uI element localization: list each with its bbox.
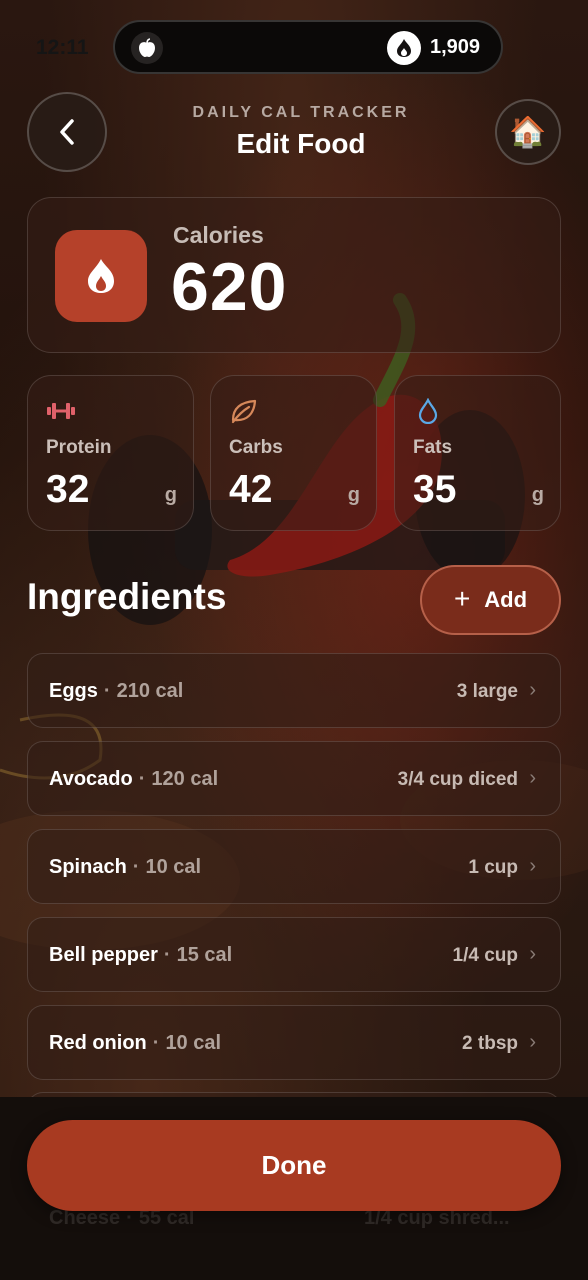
ingredient-calories: 15 cal bbox=[176, 944, 233, 966]
streak-count: 1,909 bbox=[430, 36, 481, 58]
chevron-right-icon: › bbox=[529, 767, 536, 789]
protein-card[interactable]: Protein 32 g bbox=[27, 375, 194, 531]
drop-icon bbox=[418, 398, 438, 424]
ingredient-quantity: 1/4 cup bbox=[452, 945, 518, 966]
ingredient-calories: 10 cal bbox=[165, 1032, 222, 1054]
ingredient-calories: 210 cal bbox=[116, 680, 184, 702]
status-time: 12:11 bbox=[36, 36, 89, 59]
ingredient-calories: 120 cal bbox=[151, 768, 219, 790]
flame-icon bbox=[55, 230, 147, 322]
back-button[interactable] bbox=[27, 92, 107, 172]
home-button[interactable]: 🏠 bbox=[495, 99, 561, 165]
ingredient-row[interactable]: Red onion · 10 cal 2 tbsp › bbox=[27, 1005, 561, 1080]
ingredient-calories: 10 cal bbox=[145, 856, 202, 878]
home-icon: 🏠 bbox=[509, 115, 547, 149]
fats-label: Fats bbox=[413, 437, 453, 458]
carbs-card[interactable]: Carbs 42 g bbox=[210, 375, 377, 531]
ingredient-quantity: 3 large bbox=[456, 681, 518, 702]
calories-value[interactable]: 620 bbox=[171, 248, 287, 326]
ingredient-row[interactable]: Avocado · 120 cal 3/4 cup diced › bbox=[27, 741, 561, 816]
ingredient-name: Bell pepper bbox=[49, 944, 158, 966]
ingredient-quantity: 1 cup bbox=[468, 857, 518, 878]
separator: · bbox=[152, 1032, 160, 1054]
ingredient-name: Spinach bbox=[49, 856, 127, 878]
plus-icon: + bbox=[453, 582, 471, 614]
protein-value[interactable]: 32 bbox=[46, 468, 89, 512]
chevron-right-icon: › bbox=[529, 1031, 536, 1053]
carbs-label: Carbs bbox=[229, 437, 283, 458]
ingredient-quantity: 3/4 cup diced bbox=[397, 769, 518, 790]
leaf-icon bbox=[231, 399, 257, 424]
add-ingredient-button[interactable]: + Add bbox=[420, 565, 561, 635]
chevron-right-icon: › bbox=[529, 855, 536, 877]
page-title: Edit Food bbox=[236, 128, 366, 159]
protein-label: Protein bbox=[46, 437, 112, 458]
protein-unit: g bbox=[164, 484, 177, 506]
ingredient-name: Red onion bbox=[49, 1032, 147, 1054]
ingredient-row[interactable]: Bell pepper · 15 cal 1/4 cup › bbox=[27, 917, 561, 992]
calories-card[interactable]: Calories 620 bbox=[27, 197, 561, 353]
flame-icon bbox=[387, 31, 421, 65]
separator: · bbox=[132, 856, 140, 878]
done-button[interactable]: Done bbox=[27, 1120, 561, 1211]
add-button-label: Add bbox=[484, 587, 528, 612]
ingredient-row[interactable]: Spinach · 10 cal 1 cup › bbox=[27, 829, 561, 904]
apple-icon[interactable] bbox=[131, 32, 163, 64]
chevron-left-icon bbox=[60, 119, 74, 145]
separator: · bbox=[138, 768, 146, 790]
carbs-value[interactable]: 42 bbox=[229, 468, 272, 512]
chevron-right-icon: › bbox=[529, 679, 536, 701]
fats-value[interactable]: 35 bbox=[413, 468, 456, 512]
chevron-right-icon: › bbox=[529, 943, 536, 965]
separator: · bbox=[163, 944, 171, 966]
dumbbell-icon bbox=[47, 403, 75, 419]
ingredients-title: Ingredients bbox=[27, 576, 227, 617]
background-food-image bbox=[0, 293, 588, 950]
calories-label: Calories bbox=[173, 222, 264, 248]
top-status-pill[interactable]: 1,909 bbox=[113, 20, 503, 74]
app-subtitle: DAILY CAL TRACKER bbox=[192, 104, 410, 121]
ingredient-row[interactable]: Eggs · 210 cal 3 large › bbox=[27, 653, 561, 728]
fats-card[interactable]: Fats 35 g bbox=[394, 375, 561, 531]
carbs-unit: g bbox=[347, 484, 360, 506]
ingredient-quantity: 2 tbsp bbox=[462, 1033, 518, 1054]
ingredient-name: Avocado bbox=[49, 768, 133, 790]
separator: · bbox=[103, 680, 111, 702]
ingredient-name: Eggs bbox=[49, 680, 98, 702]
fats-unit: g bbox=[531, 484, 544, 506]
